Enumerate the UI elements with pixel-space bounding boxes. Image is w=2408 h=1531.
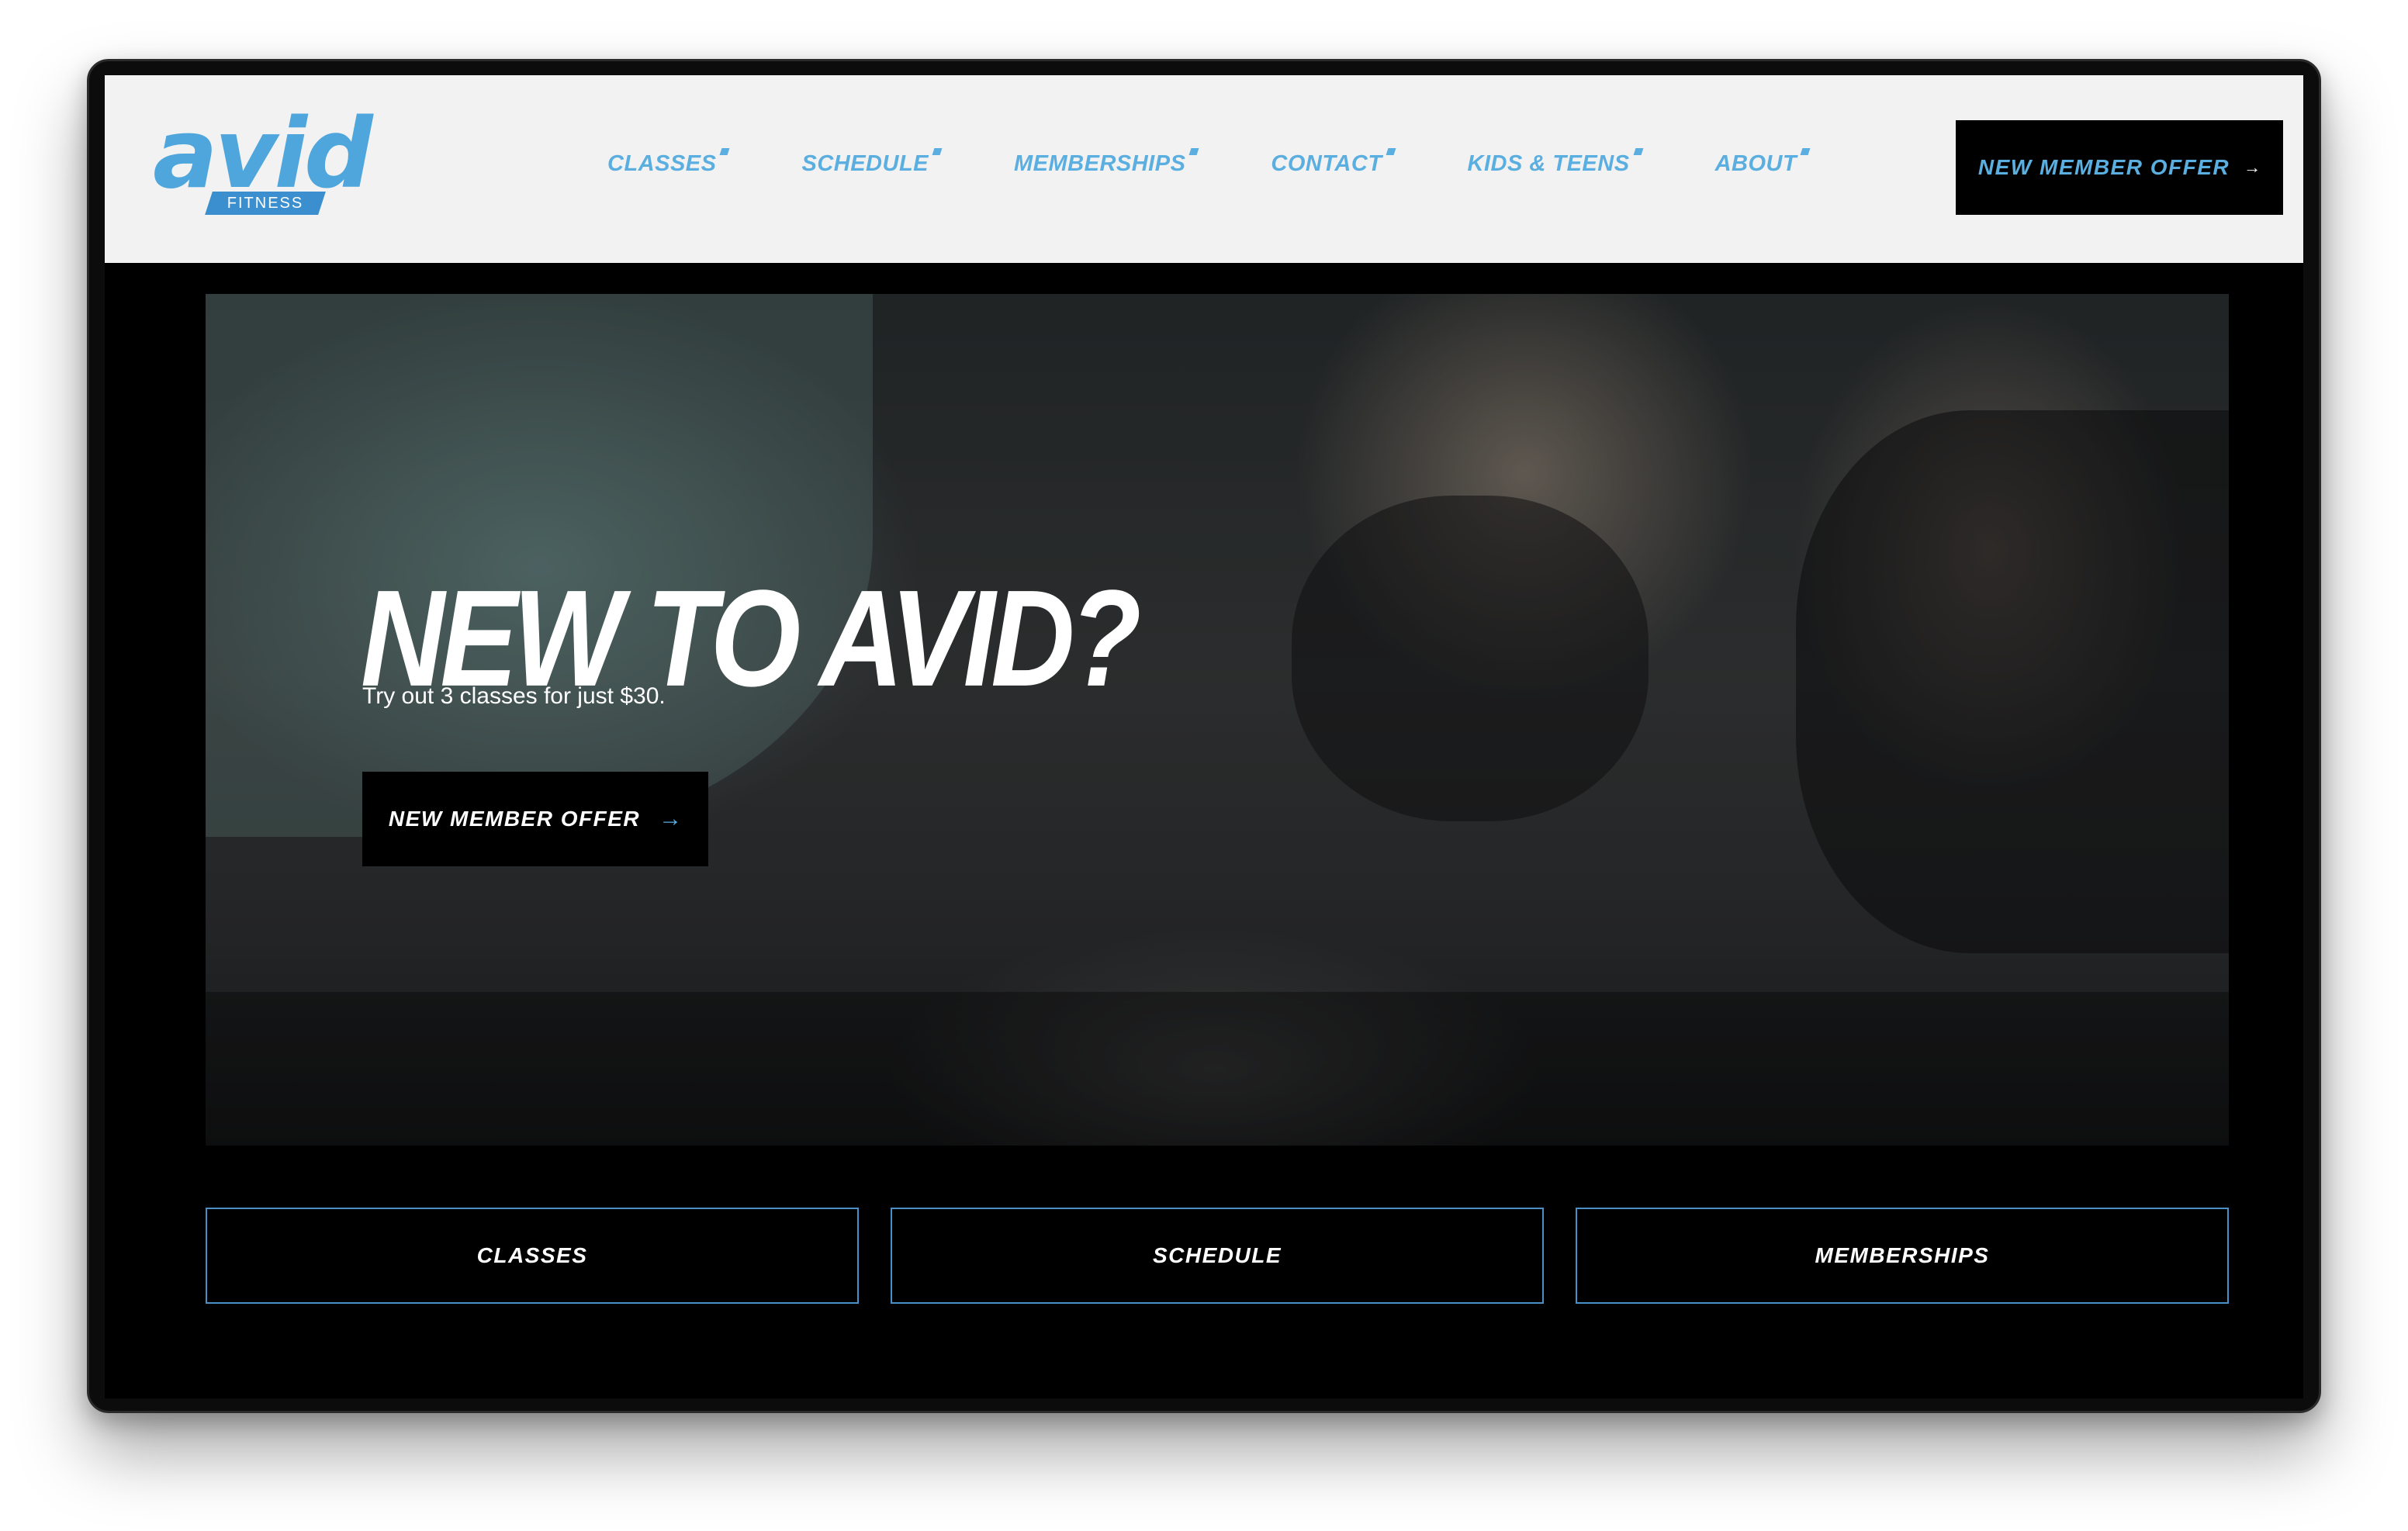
nav-item-about[interactable]: ABOUT xyxy=(1714,148,1811,177)
nav-item-contact[interactable]: CONTACT xyxy=(1271,148,1396,177)
schedule-button[interactable]: SCHEDULE xyxy=(891,1208,1544,1304)
logo-tagline: FITNESS xyxy=(227,195,304,212)
nav-item-label: ABOUT xyxy=(1714,151,1797,176)
nav-item-label: CLASSES xyxy=(607,151,717,176)
avid-logo[interactable]: avid FITNESS xyxy=(153,106,386,224)
hero-subtitle: Try out 3 classes for just $30. xyxy=(362,683,666,709)
device-frame: avid FITNESS CLASSES SCHEDULE MEMBERSHIP… xyxy=(87,59,2321,1413)
header-new-member-offer-button[interactable]: NEW MEMBER OFFER → xyxy=(1956,120,2283,215)
browser-viewport: avid FITNESS CLASSES SCHEDULE MEMBERSHIP… xyxy=(105,75,2303,1398)
hero-banner: NEW TO AVID? Try out 3 classes for just … xyxy=(206,294,2229,1146)
nav-item-schedule[interactable]: SCHEDULE xyxy=(801,148,943,177)
nav-item-label: SCHEDULE xyxy=(801,151,929,176)
nav-item-memberships[interactable]: MEMBERSHIPS xyxy=(1014,148,1199,177)
nav-indicator-icon xyxy=(1188,148,1199,155)
arrow-right-icon: → xyxy=(659,806,683,831)
memberships-button[interactable]: MEMBERSHIPS xyxy=(1576,1208,2229,1304)
nav-item-label: CONTACT xyxy=(1271,151,1382,176)
nav-indicator-icon xyxy=(1633,148,1644,155)
nav-indicator-icon xyxy=(932,148,943,155)
hero-new-member-offer-button[interactable]: NEW MEMBER OFFER → xyxy=(362,772,708,866)
nav-indicator-icon xyxy=(1386,148,1396,155)
tile-label: MEMBERSHIPS xyxy=(1815,1243,1990,1267)
logo-tagline-badge: FITNESS xyxy=(205,192,326,215)
hero-image-overlay xyxy=(206,294,2229,1146)
arrow-right-icon: → xyxy=(2244,157,2261,177)
nav-indicator-icon xyxy=(720,148,730,155)
nav-item-label: KIDS & TEENS xyxy=(1467,151,1630,176)
nav-item-classes[interactable]: CLASSES xyxy=(607,148,730,177)
classes-button[interactable]: CLASSES xyxy=(206,1208,859,1304)
hero-cta-label: NEW MEMBER OFFER xyxy=(388,807,641,831)
tile-label: CLASSES xyxy=(476,1243,588,1267)
nav-item-kids-teens[interactable]: KIDS & TEENS xyxy=(1467,148,1644,177)
header-cta-label: NEW MEMBER OFFER xyxy=(1977,155,2230,179)
site-header: avid FITNESS CLASSES SCHEDULE MEMBERSHIP… xyxy=(105,75,2303,263)
nav-indicator-icon xyxy=(1800,148,1811,155)
main-nav: CLASSES SCHEDULE MEMBERSHIPS CONTACT KID… xyxy=(607,148,1882,177)
logo-wordmark: avid xyxy=(153,98,373,210)
quick-links: CLASSES SCHEDULE MEMBERSHIPS xyxy=(206,1208,2229,1304)
tile-label: SCHEDULE xyxy=(1152,1243,1282,1267)
nav-item-label: MEMBERSHIPS xyxy=(1014,151,1186,176)
